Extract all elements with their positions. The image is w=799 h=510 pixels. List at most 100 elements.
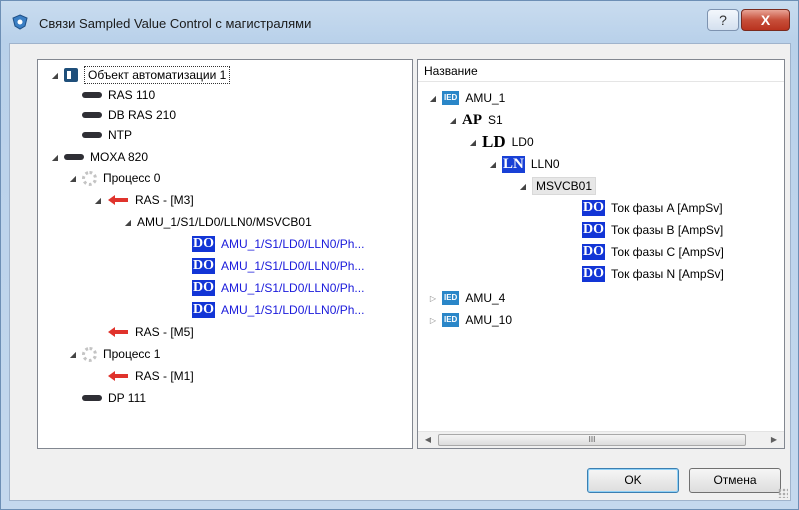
tree-node[interactable]: DP 111 xyxy=(68,388,146,408)
expand-triangle-icon[interactable]: ▷ xyxy=(428,294,438,303)
tree-node-label: RAS - [M5] xyxy=(135,325,194,339)
collapse-triangle-icon[interactable]: ◢ xyxy=(448,116,458,125)
device-icon xyxy=(82,395,102,401)
tree-node[interactable]: DO Ток фазы C [AmpSv] xyxy=(568,242,724,262)
collapse-triangle-icon[interactable]: ◢ xyxy=(488,160,498,169)
process-icon xyxy=(82,346,97,362)
tree-node[interactable]: ▷ IED AMU_4 xyxy=(428,288,505,308)
close-button[interactable]: X xyxy=(741,9,790,31)
tree-node-label: LLN0 xyxy=(530,157,560,171)
tree-node[interactable]: NTP xyxy=(68,125,132,145)
scroll-right-arrow-icon[interactable]: ▶ xyxy=(766,433,782,447)
help-button[interactable]: ? xyxy=(707,9,739,31)
ied-icon: IED xyxy=(442,91,460,105)
scroll-thumb[interactable]: III xyxy=(438,434,746,446)
resize-grip[interactable] xyxy=(778,488,788,498)
ied-icon: IED xyxy=(442,291,460,305)
do-icon: DO xyxy=(192,302,215,318)
tree-node-label: AMU_1/S1/LD0/LLN0/Ph... xyxy=(221,281,365,295)
tree-node-label: AMU_1/S1/LD0/LLN0/Ph... xyxy=(221,303,365,317)
tree-node[interactable]: RAS 110 xyxy=(68,85,155,105)
do-icon: DO xyxy=(192,280,215,296)
tree-node[interactable]: RAS - [M5] xyxy=(93,322,194,342)
tree-node[interactable]: ◢ Процесс 1 xyxy=(68,344,160,364)
tree-node-label: AMU_10 xyxy=(465,313,513,327)
sv-links-tree[interactable]: ◢ Объект автоматизации 1 RAS 110 DB RAS 210… xyxy=(37,59,413,449)
red-arrow-icon xyxy=(108,327,128,337)
tree-node[interactable]: ◢ AMU_1/S1/LD0/LLN0/MSVCB01 xyxy=(123,212,312,232)
dialog-window: Связи Sampled Value Control с магистраля… xyxy=(0,0,799,510)
app-shield-icon xyxy=(12,14,28,30)
tree-node-label: Ток фазы B [AmpSv] xyxy=(611,223,724,237)
tree-node[interactable]: DO Ток фазы B [AmpSv] xyxy=(568,220,723,240)
expand-triangle-icon[interactable]: ▷ xyxy=(428,316,438,325)
tree-node[interactable]: ◢ LN LLN0 xyxy=(488,154,560,174)
tree-node-label: S1 xyxy=(488,113,503,127)
scroll-left-arrow-icon[interactable]: ◀ xyxy=(420,433,436,447)
tree-node[interactable]: DO Ток фазы N [AmpSv] xyxy=(568,264,724,284)
ap-icon: AP xyxy=(462,111,482,128)
ok-button[interactable]: OK xyxy=(587,468,679,493)
collapse-triangle-icon[interactable]: ◢ xyxy=(50,71,60,80)
collapse-triangle-icon[interactable]: ◢ xyxy=(50,153,60,162)
tree-node-label: Процесс 1 xyxy=(103,347,161,361)
tree-node[interactable]: DO AMU_1/S1/LD0/LLN0/Ph... xyxy=(178,278,364,298)
window-title: Связи Sampled Value Control с магистраля… xyxy=(39,16,312,31)
tree-node[interactable]: ◢ RAS - [M3] xyxy=(93,190,194,210)
tree-node-label: NTP xyxy=(108,128,132,142)
tree-node[interactable]: ◢ MSVCB01 xyxy=(518,176,597,196)
ld-icon: LD xyxy=(482,132,506,151)
tree-node[interactable]: ◢ Объект автоматизации 1 xyxy=(50,65,231,85)
collapse-triangle-icon[interactable]: ◢ xyxy=(123,218,133,227)
do-icon: DO xyxy=(582,244,605,260)
tree-node-label: Ток фазы C [AmpSv] xyxy=(611,245,724,259)
tree-node-label: Процесс 0 xyxy=(103,171,161,185)
collapse-triangle-icon[interactable]: ◢ xyxy=(68,350,78,359)
tree-node-label: AMU_1/S1/LD0/LLN0/Ph... xyxy=(221,237,365,251)
tree-node-label: MSVCB01 xyxy=(532,177,597,195)
tree-node[interactable]: ◢ MOXA 820 xyxy=(50,147,148,167)
tree-node-label: AMU_1/S1/LD0/LLN0/MSVCB01 xyxy=(137,215,312,229)
device-icon xyxy=(82,92,102,98)
tree-node-label: DP 111 xyxy=(108,391,147,405)
device-icon xyxy=(82,132,102,138)
do-icon: DO xyxy=(192,258,215,274)
tree-node-label: AMU_1/S1/LD0/LLN0/Ph... xyxy=(221,259,365,273)
tree-node[interactable]: DO Ток фазы A [AmpSv] xyxy=(568,198,723,218)
collapse-triangle-icon[interactable]: ◢ xyxy=(428,94,438,103)
tree-node[interactable]: DO AMU_1/S1/LD0/LLN0/Ph... xyxy=(178,234,364,254)
tree-node[interactable]: DO AMU_1/S1/LD0/LLN0/Ph... xyxy=(178,256,364,276)
collapse-triangle-icon[interactable]: ◢ xyxy=(68,174,78,183)
title-bar[interactable]: Связи Sampled Value Control с магистраля… xyxy=(1,1,798,43)
red-arrow-icon xyxy=(108,371,128,381)
red-arrow-icon xyxy=(108,195,128,205)
device-icon xyxy=(82,112,102,118)
do-icon: DO xyxy=(582,200,605,216)
scroll-thumb-grip: III xyxy=(588,435,596,444)
tree-node-label: AMU_1 xyxy=(465,91,506,105)
ied-structure-panel: Название ◢ IED AMU_1 ◢ AP S1 ◢ LD LD0 ◢ LN LLN0 ◢ MSV… xyxy=(417,59,785,449)
collapse-triangle-icon[interactable]: ◢ xyxy=(518,182,528,191)
automation-object-icon xyxy=(64,68,78,82)
tree-node[interactable]: ◢ AP S1 xyxy=(448,110,503,130)
collapse-triangle-icon[interactable]: ◢ xyxy=(468,138,478,147)
collapse-triangle-icon[interactable]: ◢ xyxy=(93,196,103,205)
column-header-name[interactable]: Название xyxy=(418,60,784,82)
tree-node[interactable]: DB RAS 210 xyxy=(68,105,176,125)
tree-node[interactable]: RAS - [M1] xyxy=(93,366,194,386)
tree-node-label: Ток фазы N [AmpSv] xyxy=(611,267,724,281)
tree-node[interactable]: ◢ Процесс 0 xyxy=(68,168,160,188)
horizontal-scrollbar[interactable]: ◀ III ▶ xyxy=(418,431,784,448)
ln-icon: LN xyxy=(502,155,525,173)
tree-node[interactable]: ◢ IED AMU_1 xyxy=(428,88,505,108)
tree-node-label: Ток фазы A [AmpSv] xyxy=(611,201,723,215)
tree-node-label: RAS - [M3] xyxy=(135,193,194,207)
tree-node[interactable]: ◢ LD LD0 xyxy=(468,132,534,152)
tree-node[interactable]: DO AMU_1/S1/LD0/LLN0/Ph... xyxy=(178,300,364,320)
do-icon: DO xyxy=(192,236,215,252)
tree-node[interactable]: ▷ IED AMU_10 xyxy=(428,310,512,330)
dialog-client-area: ◢ Объект автоматизации 1 RAS 110 DB RAS 210… xyxy=(9,43,791,501)
column-header-label: Название xyxy=(424,64,478,78)
device-icon xyxy=(64,154,84,160)
cancel-button[interactable]: Отмена xyxy=(689,468,781,493)
